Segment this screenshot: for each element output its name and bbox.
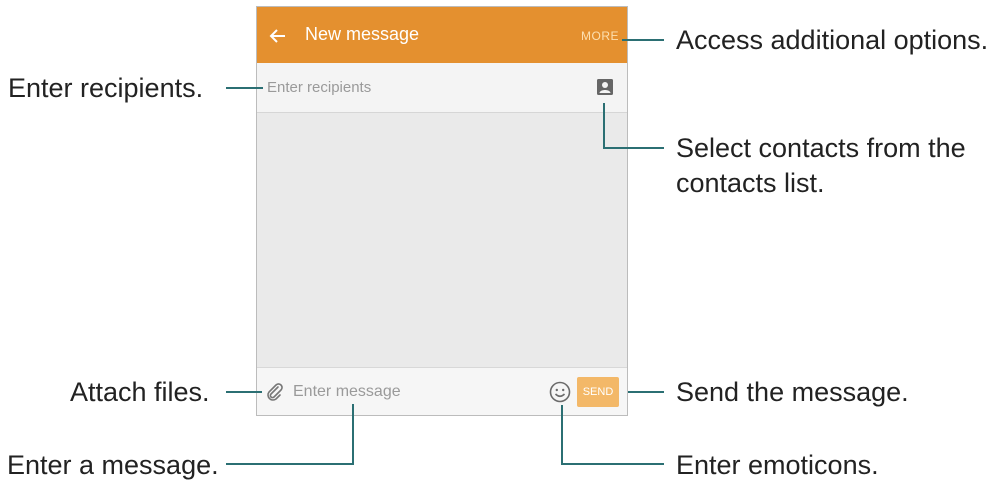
- recipients-bar: [257, 63, 627, 113]
- callout-more-options: Access additional options.: [676, 25, 989, 55]
- smiley-icon[interactable]: [549, 381, 571, 403]
- page-title: New message: [305, 24, 420, 44]
- callout-enter-recipients: Enter recipients.: [8, 73, 204, 103]
- recipients-input[interactable]: [267, 63, 577, 112]
- compose-bar: SEND: [257, 367, 627, 415]
- more-button[interactable]: MORE: [581, 29, 619, 43]
- callout-select-contacts-line2: contacts list.: [676, 168, 825, 198]
- contact-card-icon[interactable]: [596, 78, 614, 96]
- callout-attach-files: Attach files.: [70, 377, 210, 407]
- callout-send-message: Send the message.: [676, 377, 909, 407]
- callout-enter-emoticons: Enter emoticons.: [676, 450, 879, 480]
- paperclip-icon[interactable]: [265, 382, 285, 402]
- phone-screen: New message MORE SEND: [256, 6, 628, 416]
- callout-enter-message: Enter a message.: [7, 450, 219, 480]
- app-bar: New message MORE: [257, 7, 627, 63]
- arrow-left-icon[interactable]: [269, 27, 287, 45]
- send-button[interactable]: SEND: [577, 377, 619, 407]
- callout-select-contacts-line1: Select contacts from the: [676, 133, 966, 163]
- message-input[interactable]: [293, 368, 533, 415]
- message-thread-area: [257, 113, 627, 367]
